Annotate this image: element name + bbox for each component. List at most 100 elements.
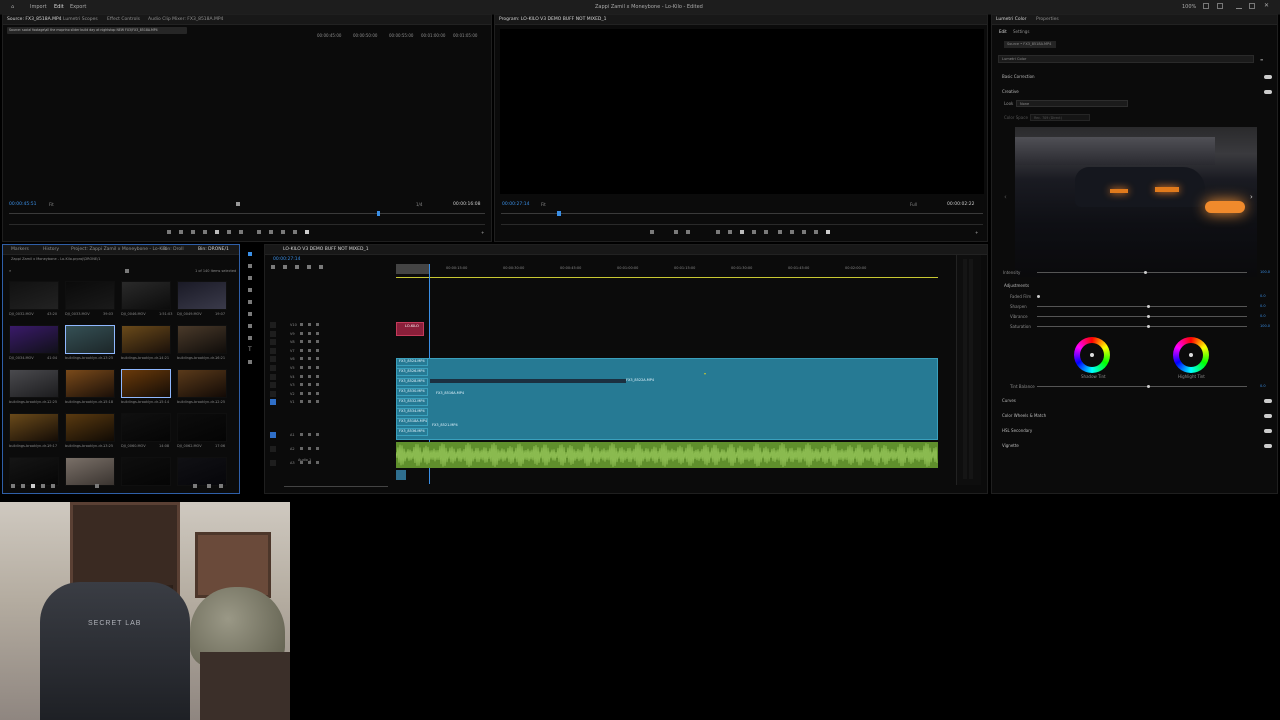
source-playhead[interactable]: [377, 211, 380, 216]
curves-toggle[interactable]: [1264, 399, 1272, 403]
track-header[interactable]: V9: [270, 330, 390, 338]
step-back-icon[interactable]: [728, 230, 732, 234]
sync-icon[interactable]: [308, 433, 311, 436]
eye-icon[interactable]: [316, 383, 319, 387]
track-header[interactable]: V5: [270, 365, 390, 372]
eye-icon[interactable]: [316, 340, 319, 344]
clip-thumbnail[interactable]: [121, 457, 171, 486]
tab-source[interactable]: Source: FX3_8518A.MP4: [7, 17, 62, 22]
more-icon[interactable]: ≡: [1260, 57, 1263, 62]
track-header[interactable]: A2: [270, 446, 390, 453]
clip-thumbnail[interactable]: [177, 413, 227, 442]
add-button-icon[interactable]: +: [481, 230, 484, 235]
trash-icon[interactable]: [219, 484, 223, 488]
lock-icon[interactable]: [300, 348, 303, 352]
pen-tool-icon[interactable]: [248, 312, 252, 316]
track-select-tool-icon[interactable]: [248, 264, 252, 268]
icon-view-icon[interactable]: [31, 484, 35, 488]
clip-thumbnail[interactable]: [65, 457, 115, 486]
lock-icon[interactable]: [300, 383, 303, 387]
rectangle-tool-icon[interactable]: [248, 324, 252, 328]
floating-clip-label[interactable]: FX3_8521.MP4: [432, 423, 458, 427]
sync-icon[interactable]: [308, 357, 311, 361]
menu-import[interactable]: Import: [30, 4, 47, 10]
mark-out-icon[interactable]: [686, 230, 690, 234]
track-target-toggle[interactable]: [270, 365, 276, 371]
timeline-timecode[interactable]: 00:00:27:14: [273, 257, 300, 262]
share-icon[interactable]: [1217, 3, 1223, 9]
floating-clip-label[interactable]: FX3_8516A.MP4: [436, 391, 464, 395]
clip-thumbnail[interactable]: [177, 325, 227, 354]
automate-icon[interactable]: [193, 484, 197, 488]
menu-export[interactable]: Export: [70, 4, 86, 10]
clip-thumbnail[interactable]: [177, 457, 227, 486]
track-header[interactable]: A1: [270, 432, 390, 439]
adjustment-knob[interactable]: [1147, 315, 1150, 318]
track-target-toggle[interactable]: [270, 322, 276, 328]
color-space-select[interactable]: Rec. 709 (Direct): [1030, 114, 1090, 121]
clip-thumbnail[interactable]: [65, 325, 115, 354]
track-target-toggle[interactable]: [270, 382, 276, 389]
clip-thumbnail[interactable]: [65, 281, 115, 310]
wrench-icon[interactable]: [307, 265, 311, 269]
section-color-wheels[interactable]: Color Wheels & Match: [1002, 413, 1046, 418]
program-timecode-in[interactable]: 00:00:27:14: [502, 202, 529, 207]
track-header[interactable]: V7: [270, 347, 390, 355]
graphic-clip[interactable]: LO-KILO: [396, 322, 424, 336]
sort-icon[interactable]: [95, 484, 99, 488]
track-target-toggle[interactable]: [270, 390, 276, 397]
section-curves[interactable]: Curves: [1002, 398, 1016, 403]
video-clip[interactable]: FX3_8530.MP4: [396, 388, 428, 396]
tab-markers[interactable]: Markers: [11, 247, 29, 252]
video-track-region[interactable]: [396, 358, 938, 440]
mark-in-icon[interactable]: [674, 230, 678, 234]
go-to-out-icon[interactable]: [764, 230, 768, 234]
sync-icon[interactable]: [308, 323, 311, 326]
adjustment-knob[interactable]: [1037, 295, 1040, 298]
clip-thumbnail[interactable]: [9, 457, 59, 486]
audio-clip-small[interactable]: [396, 470, 406, 480]
lock-icon[interactable]: [300, 374, 303, 378]
section-basic-correction[interactable]: Basic Correction: [1002, 74, 1035, 79]
linked-selection-icon[interactable]: [283, 265, 287, 269]
overwrite-icon[interactable]: [269, 230, 273, 234]
freeform-view-icon[interactable]: [41, 484, 45, 488]
eye-icon[interactable]: [316, 433, 319, 436]
lock-icon[interactable]: [300, 366, 303, 369]
video-clip[interactable]: FX3_8536.MP4: [396, 428, 428, 436]
adjustment-knob[interactable]: [1147, 325, 1150, 328]
adjustment-value[interactable]: 0.0: [1260, 304, 1266, 308]
program-scrub-bar[interactable]: [501, 213, 983, 214]
ripple-edit-tool-icon[interactable]: [248, 276, 252, 280]
clip-thumbnail[interactable]: [9, 325, 59, 354]
next-look-icon[interactable]: ›: [1250, 193, 1253, 201]
marker-icon[interactable]: [236, 202, 240, 206]
lock-icon[interactable]: [300, 357, 303, 361]
floating-clip-label[interactable]: FX3_8522A.MP4: [626, 378, 654, 382]
workspace-icon[interactable]: [1203, 3, 1209, 9]
selection-tool-icon[interactable]: [248, 252, 252, 256]
insert-icon[interactable]: [257, 230, 261, 234]
track-target-toggle[interactable]: [270, 399, 276, 406]
tab-effect-controls[interactable]: Effect Controls: [107, 17, 140, 22]
eye-icon[interactable]: [316, 374, 319, 378]
clip-thumbnail[interactable]: [65, 413, 115, 442]
clip-thumbnail[interactable]: [177, 369, 227, 398]
shadow-tint-wheel[interactable]: [1074, 337, 1110, 373]
clip-thumbnail[interactable]: [177, 281, 227, 310]
video-clip[interactable]: FX3_8518A.MP4: [396, 418, 428, 426]
track-header[interactable]: V4: [270, 373, 390, 381]
add-marker-icon[interactable]: [295, 265, 299, 269]
sync-icon[interactable]: [308, 383, 311, 387]
track-target-toggle[interactable]: [270, 356, 276, 363]
mark-in-icon[interactable]: [167, 230, 171, 234]
go-to-in-icon[interactable]: [191, 230, 195, 234]
timeline-zoom-bar[interactable]: [284, 486, 388, 487]
export-frame-icon[interactable]: [281, 230, 285, 234]
tab-bin-drone[interactable]: Bin: DRONE/1: [198, 247, 229, 252]
hsl-secondary-toggle[interactable]: [1264, 429, 1272, 433]
marker-icon[interactable]: ▾: [704, 371, 706, 376]
eye-icon[interactable]: [316, 400, 319, 404]
zoom-slider-icon[interactable]: [51, 484, 55, 488]
audio-clip[interactable]: [396, 442, 938, 468]
